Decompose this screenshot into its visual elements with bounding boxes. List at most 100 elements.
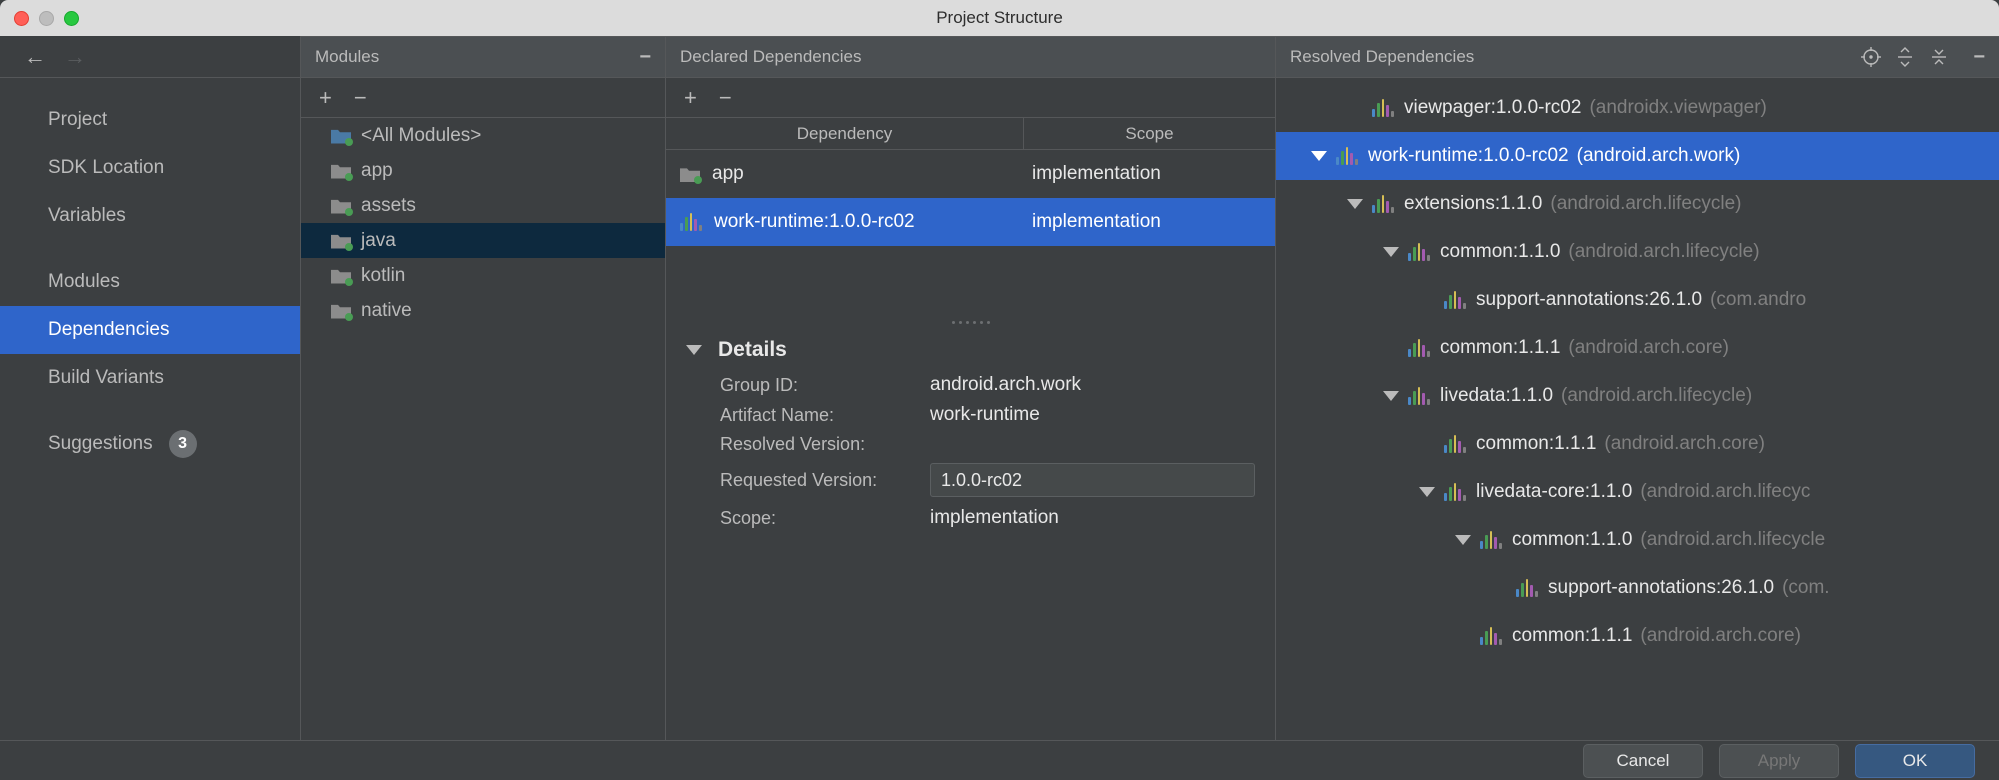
dialog-footer: Cancel Apply OK — [0, 740, 1999, 780]
nav-label: SDK Location — [48, 157, 164, 179]
resolved-node[interactable]: common:1.1.1(android.arch.core) — [1276, 612, 1999, 660]
library-icon — [1480, 531, 1502, 549]
expand-all-icon[interactable] — [1895, 47, 1915, 67]
modules-toolbar: + − — [301, 78, 665, 118]
col-dependency[interactable]: Dependency — [666, 118, 1024, 149]
tree-twisty-icon[interactable] — [1348, 197, 1362, 211]
resolved-node[interactable]: viewpager:1.0.0-rc02(androidx.viewpager) — [1276, 84, 1999, 132]
close-window-icon[interactable] — [14, 11, 29, 26]
resolved-name: work-runtime:1.0.0-rc02 — [1368, 145, 1569, 167]
collapse-all-icon[interactable] — [1929, 47, 1949, 67]
requested-version-label: Requested Version: — [720, 470, 930, 491]
module-kotlin[interactable]: kotlin — [301, 258, 665, 293]
collapse-panel-icon[interactable]: − — [1973, 47, 1985, 67]
folder-icon — [331, 303, 351, 319]
nav-item-project[interactable]: Project — [0, 96, 300, 144]
nav-label: Project — [48, 109, 107, 131]
minimize-window-icon — [39, 11, 54, 26]
remove-dependency-button[interactable]: − — [719, 87, 732, 109]
dialog-body: ← → Project SDK Location Variables Modul… — [0, 36, 1999, 740]
dependency-name: app — [712, 163, 744, 185]
nav-label: Modules — [48, 271, 120, 293]
tree-twisty-icon[interactable] — [1384, 245, 1398, 259]
resolved-node[interactable]: common:1.1.1(android.arch.core) — [1276, 420, 1999, 468]
module-all-modules[interactable]: <All Modules> — [301, 118, 665, 153]
nav-label: Suggestions — [48, 433, 153, 455]
group-id-value: android.arch.work — [930, 374, 1081, 396]
modules-tree[interactable]: <All Modules> app assets java kotlin nat… — [301, 118, 665, 740]
resolved-node[interactable]: livedata-core:1.1.0(android.arch.lifecyc — [1276, 468, 1999, 516]
library-icon — [1408, 387, 1430, 405]
library-icon — [1516, 579, 1538, 597]
module-app[interactable]: app — [301, 153, 665, 188]
split-resize-handle[interactable] — [666, 316, 1275, 328]
resolved-node[interactable]: common:1.1.0(android.arch.lifecycle — [1276, 516, 1999, 564]
dependencies-table[interactable]: app implementation work-runtime:1.0.0-rc… — [666, 150, 1275, 246]
module-native[interactable]: native — [301, 293, 665, 328]
col-scope[interactable]: Scope — [1024, 118, 1275, 149]
tree-twisty-icon[interactable] — [1384, 389, 1398, 403]
folder-icon — [331, 268, 351, 284]
scope-value: implementation — [930, 507, 1059, 529]
declared-toolbar: + − — [666, 78, 1275, 118]
tree-twisty-icon[interactable] — [1312, 149, 1326, 163]
window-controls — [0, 11, 79, 26]
nav-label: Build Variants — [48, 367, 164, 389]
library-icon — [1372, 99, 1394, 117]
resolved-name: common:1.1.1 — [1440, 337, 1560, 359]
cancel-button[interactable]: Cancel — [1583, 744, 1703, 778]
collapse-panel-icon[interactable]: − — [639, 47, 651, 67]
back-button[interactable]: ← — [24, 44, 46, 70]
modules-header-label: Modules — [315, 47, 629, 67]
resolved-node[interactable]: livedata:1.1.0(android.arch.lifecycle) — [1276, 372, 1999, 420]
nav-item-modules[interactable]: Modules — [0, 258, 300, 306]
dependencies-table-header: Dependency Scope — [666, 118, 1275, 150]
all-modules-icon — [331, 128, 351, 144]
resolved-package: (android.arch.core) — [1568, 337, 1729, 359]
resolved-tree[interactable]: viewpager:1.0.0-rc02(androidx.viewpager)… — [1276, 78, 1999, 740]
dependency-row-work-runtime[interactable]: work-runtime:1.0.0-rc02 implementation — [666, 198, 1275, 246]
add-module-button[interactable]: + — [319, 87, 332, 109]
resolved-name: support-annotations:26.1.0 — [1476, 289, 1702, 311]
resolved-node[interactable]: support-annotations:26.1.0 (com.andro — [1276, 276, 1999, 324]
requested-version-input[interactable] — [930, 463, 1255, 497]
nav-label: Dependencies — [48, 319, 169, 341]
nav-item-build-variants[interactable]: Build Variants — [0, 354, 300, 402]
tree-twisty-icon[interactable] — [1420, 485, 1434, 499]
ok-button[interactable]: OK — [1855, 744, 1975, 778]
resolved-node[interactable]: common:1.1.0(android.arch.lifecycle) — [1276, 228, 1999, 276]
target-icon[interactable] — [1861, 47, 1881, 67]
module-java[interactable]: java — [301, 223, 665, 258]
resolved-package: (com.andro — [1710, 289, 1806, 311]
resolved-node[interactable]: support-annotations:26.1.0(com. — [1276, 564, 1999, 612]
nav-item-variables[interactable]: Variables — [0, 192, 300, 240]
tree-twisty-icon[interactable] — [1456, 533, 1470, 547]
remove-module-button[interactable]: − — [354, 87, 367, 109]
nav-item-dependencies[interactable]: Dependencies — [0, 306, 300, 354]
tree-twisty-icon — [1420, 437, 1434, 451]
library-icon — [1480, 627, 1502, 645]
suggestions-badge: 3 — [169, 430, 197, 458]
resolved-package: (androidx.viewpager) — [1589, 97, 1766, 119]
module-label: assets — [361, 195, 416, 217]
maximize-window-icon[interactable] — [64, 11, 79, 26]
nav-item-suggestions[interactable]: Suggestions 3 — [0, 420, 300, 468]
library-icon — [1444, 483, 1466, 501]
add-dependency-button[interactable]: + — [684, 87, 697, 109]
nav-item-sdk-location[interactable]: SDK Location — [0, 144, 300, 192]
library-icon — [1408, 339, 1430, 357]
dependency-name: work-runtime:1.0.0-rc02 — [714, 211, 915, 233]
artifact-name-label: Artifact Name: — [720, 405, 930, 426]
apply-button[interactable]: Apply — [1719, 744, 1839, 778]
library-icon — [1444, 435, 1466, 453]
folder-icon — [680, 166, 700, 182]
resolved-node[interactable]: extensions:1.1.0(android.arch.lifecycle) — [1276, 180, 1999, 228]
resolved-node[interactable]: work-runtime:1.0.0-rc02(android.arch.wor… — [1276, 132, 1999, 180]
window-title: Project Structure — [0, 8, 1999, 28]
details-disclosure-icon[interactable] — [686, 345, 702, 355]
resolved-node[interactable]: common:1.1.1 (android.arch.core) — [1276, 324, 1999, 372]
dependency-row-app[interactable]: app implementation — [666, 150, 1275, 198]
library-icon — [1408, 243, 1430, 261]
module-assets[interactable]: assets — [301, 188, 665, 223]
dependency-scope: implementation — [1024, 163, 1275, 185]
